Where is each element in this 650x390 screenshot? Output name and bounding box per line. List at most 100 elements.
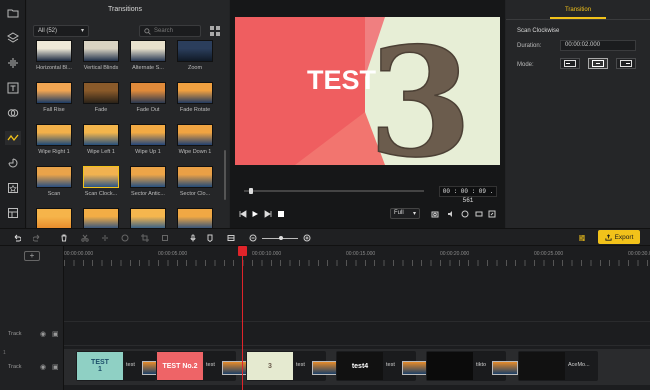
delete-icon[interactable] <box>59 233 69 243</box>
lock-icon[interactable]: ▣ <box>52 363 59 371</box>
transitions-icon[interactable] <box>5 131 21 145</box>
scrollbar-thumb[interactable] <box>224 150 226 200</box>
audio-icon[interactable] <box>5 56 21 70</box>
aspect-icon[interactable] <box>474 209 483 218</box>
transition-marker[interactable] <box>312 361 338 375</box>
transition-label: Horizontal Bl... <box>36 65 72 71</box>
transition-label: Sector Clo... <box>179 191 211 197</box>
marker-icon[interactable] <box>205 233 215 243</box>
search-icon <box>144 28 151 35</box>
transition-item[interactable]: Fade <box>78 82 124 118</box>
transition-thumbnail <box>130 166 166 188</box>
time-ruler[interactable]: 00:00:00.000 00:00:05.000 00:00:10.000 00:0… <box>64 246 650 268</box>
panel-scrollbar[interactable] <box>223 40 227 228</box>
transition-item[interactable]: Fall Rise <box>31 82 77 118</box>
element-icon[interactable] <box>5 181 21 195</box>
zoom-in-icon[interactable] <box>302 233 312 243</box>
transition-item[interactable] <box>78 208 124 228</box>
transition-item[interactable]: Wipe Down 1 <box>172 124 218 160</box>
template-icon[interactable] <box>5 206 21 220</box>
tab-transition[interactable]: Transition <box>550 3 606 19</box>
playhead-handle[interactable] <box>238 246 247 256</box>
playhead[interactable] <box>242 246 243 390</box>
zoom-out-icon[interactable] <box>248 233 258 243</box>
cut-icon[interactable] <box>80 233 90 243</box>
eye-icon[interactable]: ◉ <box>40 330 46 338</box>
transition-item[interactable]: Sector Antic... <box>125 166 171 202</box>
transition-thumbnail <box>130 124 166 146</box>
search-placeholder: Search <box>154 28 174 34</box>
filters-icon[interactable] <box>5 106 21 120</box>
transition-item[interactable]: Scan Clock... <box>78 166 124 202</box>
transition-marker[interactable] <box>402 361 428 375</box>
transition-item[interactable]: Fade Rotate <box>172 82 218 118</box>
duration-field[interactable]: 00:00:02.000 <box>560 40 636 51</box>
stop-icon[interactable] <box>276 209 285 218</box>
transition-item[interactable]: Sector Clo... <box>172 166 218 202</box>
category-filter[interactable]: All (52) ▾ <box>33 25 89 37</box>
export-button[interactable]: Export <box>598 230 640 244</box>
settings-sliders-icon[interactable] <box>577 233 587 243</box>
crop-clip-icon[interactable] <box>140 233 150 243</box>
transition-thumbnail <box>36 40 72 62</box>
transition-item[interactable]: Fade Out <box>125 82 171 118</box>
transition-item[interactable]: Alternate S... <box>125 40 171 76</box>
video-preview[interactable]: TEST 3 <box>235 17 500 165</box>
mode-right-button[interactable] <box>616 58 636 69</box>
eye-icon[interactable]: ◉ <box>40 363 46 371</box>
grid-view-icon[interactable] <box>209 25 221 37</box>
ruler-label: 00:00:20.000 <box>440 251 470 257</box>
storyboard-icon[interactable] <box>226 233 236 243</box>
transition-item[interactable]: Zoom <box>172 40 218 76</box>
lock-icon[interactable]: ▣ <box>52 330 59 338</box>
progress-knob[interactable] <box>249 188 254 194</box>
transition-item[interactable]: Wipe Up 1 <box>125 124 171 160</box>
timeline: + 00:00:00.000 00:00:05.000 00:00:10.000 00… <box>0 246 650 390</box>
volume-icon[interactable] <box>446 209 455 218</box>
ruler-ticks <box>64 260 650 266</box>
search-input[interactable]: Search <box>139 25 201 37</box>
snapshot-icon[interactable] <box>430 209 439 218</box>
rotate-icon[interactable] <box>160 233 170 243</box>
playback-progress[interactable] <box>244 188 424 194</box>
folder-icon[interactable] <box>5 6 21 20</box>
text-icon[interactable] <box>5 81 21 95</box>
mode-left-icon <box>564 60 576 67</box>
timeline-clip[interactable]: AceMo... <box>518 351 598 381</box>
chevron-down-icon: ▾ <box>412 211 416 217</box>
transition-label: Vertical Blinds <box>83 65 119 71</box>
record-voice-icon[interactable] <box>188 233 198 243</box>
transition-grid: Horizontal Bl... Vertical Blinds Alternate… <box>31 40 221 228</box>
preview-frame: TEST 3 <box>235 17 500 165</box>
transition-item[interactable]: Vertical Blinds <box>78 40 124 76</box>
transition-marker[interactable] <box>222 361 248 375</box>
split-icon[interactable] <box>100 233 110 243</box>
transition-marker[interactable] <box>492 361 518 375</box>
quality-dropdown[interactable]: Full ▾ <box>390 208 420 219</box>
add-track-button[interactable]: + <box>24 251 40 261</box>
mode-center-button[interactable] <box>588 58 608 69</box>
sticker-icon[interactable] <box>5 156 21 170</box>
crop-icon[interactable] <box>460 209 469 218</box>
prev-frame-icon[interactable] <box>238 209 247 218</box>
transition-thumbnail <box>83 208 119 228</box>
transition-item[interactable] <box>172 208 218 228</box>
next-frame-icon[interactable] <box>263 209 272 218</box>
transition-item[interactable] <box>125 208 171 228</box>
ruler-label: 00:00:05.000 <box>158 251 188 257</box>
freeze-icon[interactable] <box>120 233 130 243</box>
transition-item[interactable]: Wipe Right 1 <box>31 124 77 160</box>
preview-panel: TEST 3 00 : 00 : 09 . 561 Full ▾ <box>230 0 505 228</box>
undo-icon[interactable] <box>12 233 22 243</box>
track-header-1: 1 Track ◉ ▣ <box>0 346 64 390</box>
transition-item[interactable]: Wipe Left 1 <box>78 124 124 160</box>
zoom-slider-knob[interactable] <box>279 236 283 240</box>
transition-item[interactable]: Horizontal Bl... <box>31 40 77 76</box>
layers-icon[interactable] <box>5 31 21 45</box>
fullscreen-icon[interactable] <box>487 209 496 218</box>
transition-item[interactable] <box>31 208 77 228</box>
play-icon[interactable] <box>250 209 259 218</box>
mode-left-button[interactable] <box>560 58 580 69</box>
transition-item[interactable]: Scan <box>31 166 77 202</box>
redo-icon[interactable] <box>32 233 42 243</box>
